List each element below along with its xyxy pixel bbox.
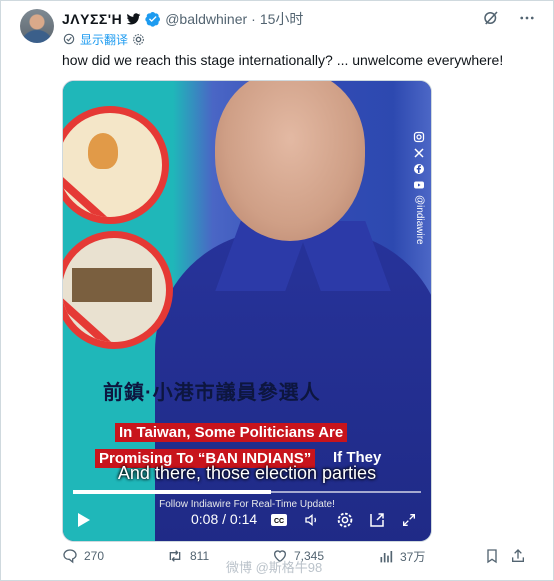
side-handle-text: @indiawire <box>414 195 425 245</box>
facebook-icon <box>414 164 424 174</box>
social-handles-strip: @indiawire <box>413 131 425 245</box>
timestamp[interactable]: 15小时 <box>260 9 304 29</box>
youtube-icon <box>414 181 424 189</box>
video-progress-bar[interactable] <box>73 490 421 494</box>
share-button[interactable] <box>510 548 526 564</box>
cc-label: CC <box>274 518 284 525</box>
settings-button[interactable] <box>335 509 355 531</box>
pip-button[interactable] <box>367 509 387 531</box>
x-logo-icon <box>414 148 424 158</box>
share-icon <box>512 549 524 562</box>
sign-crowd-figure <box>72 268 152 302</box>
video-progress-fill <box>73 490 272 494</box>
header-actions <box>482 9 536 27</box>
volume-button[interactable] <box>302 509 322 531</box>
video-player[interactable]: 前鎮·小港市議員參選人 In Taiwan, Some Politicians … <box>62 80 432 542</box>
caption-line-1: In Taiwan, Some Politicians Are <box>115 423 348 442</box>
sign-figure <box>88 133 118 169</box>
verified-badge-icon <box>145 12 161 27</box>
separator-dot: · <box>251 11 256 27</box>
reply-count: 270 <box>84 549 105 563</box>
picture-in-picture-icon <box>370 513 384 527</box>
display-name[interactable]: JΛYΣΣ'H <box>62 11 122 27</box>
closed-captions-icon: CC <box>271 514 287 526</box>
instagram-icon <box>413 131 425 143</box>
reply-button[interactable]: 270 <box>62 548 104 564</box>
more-options-icon[interactable] <box>518 9 536 27</box>
banner-chinese-text: 前鎮·小港市議員參選人 <box>103 382 321 404</box>
handle[interactable]: @baldwhiner <box>165 11 247 27</box>
avatar[interactable] <box>20 9 54 43</box>
reply-icon <box>63 549 77 564</box>
play-button[interactable] <box>75 509 93 531</box>
fullscreen-button[interactable] <box>399 509 419 531</box>
translate-label[interactable]: 显示翻译 <box>80 31 128 48</box>
tweet-text: how did we reach this stage internationa… <box>62 52 504 68</box>
settings-gear-icon[interactable] <box>132 33 145 46</box>
bookmark-icon <box>487 549 497 564</box>
tweet-header: JΛYΣΣ'H @baldwhiner · 15小时 <box>62 9 303 29</box>
fullscreen-icon <box>403 514 415 526</box>
bookmark-button[interactable] <box>484 548 500 564</box>
views-count: 37万 <box>400 550 426 564</box>
volume-icon <box>305 513 317 527</box>
retweet-count: 811 <box>190 549 210 563</box>
grok-icon[interactable] <box>482 9 500 27</box>
twitter-bird-icon <box>126 12 141 25</box>
views-button[interactable]: 37万 <box>378 548 425 565</box>
settings-gear-icon <box>337 512 353 528</box>
play-icon <box>78 513 90 527</box>
views-icon <box>380 550 393 562</box>
translate-link[interactable]: 显示翻译 <box>62 31 145 47</box>
retweet-icon <box>169 550 181 562</box>
translate-icon <box>63 33 75 45</box>
video-subtitle: And there, those election parties <box>117 463 377 483</box>
retweet-button[interactable]: 811 <box>166 548 209 564</box>
captions-button[interactable]: CC <box>269 509 289 531</box>
time-display: 0:08 / 0:14 <box>191 511 258 527</box>
video-controls: 0:08 / 0:14 CC <box>63 509 431 539</box>
weibo-watermark: 微博 @斯格牛98 <box>226 560 323 575</box>
